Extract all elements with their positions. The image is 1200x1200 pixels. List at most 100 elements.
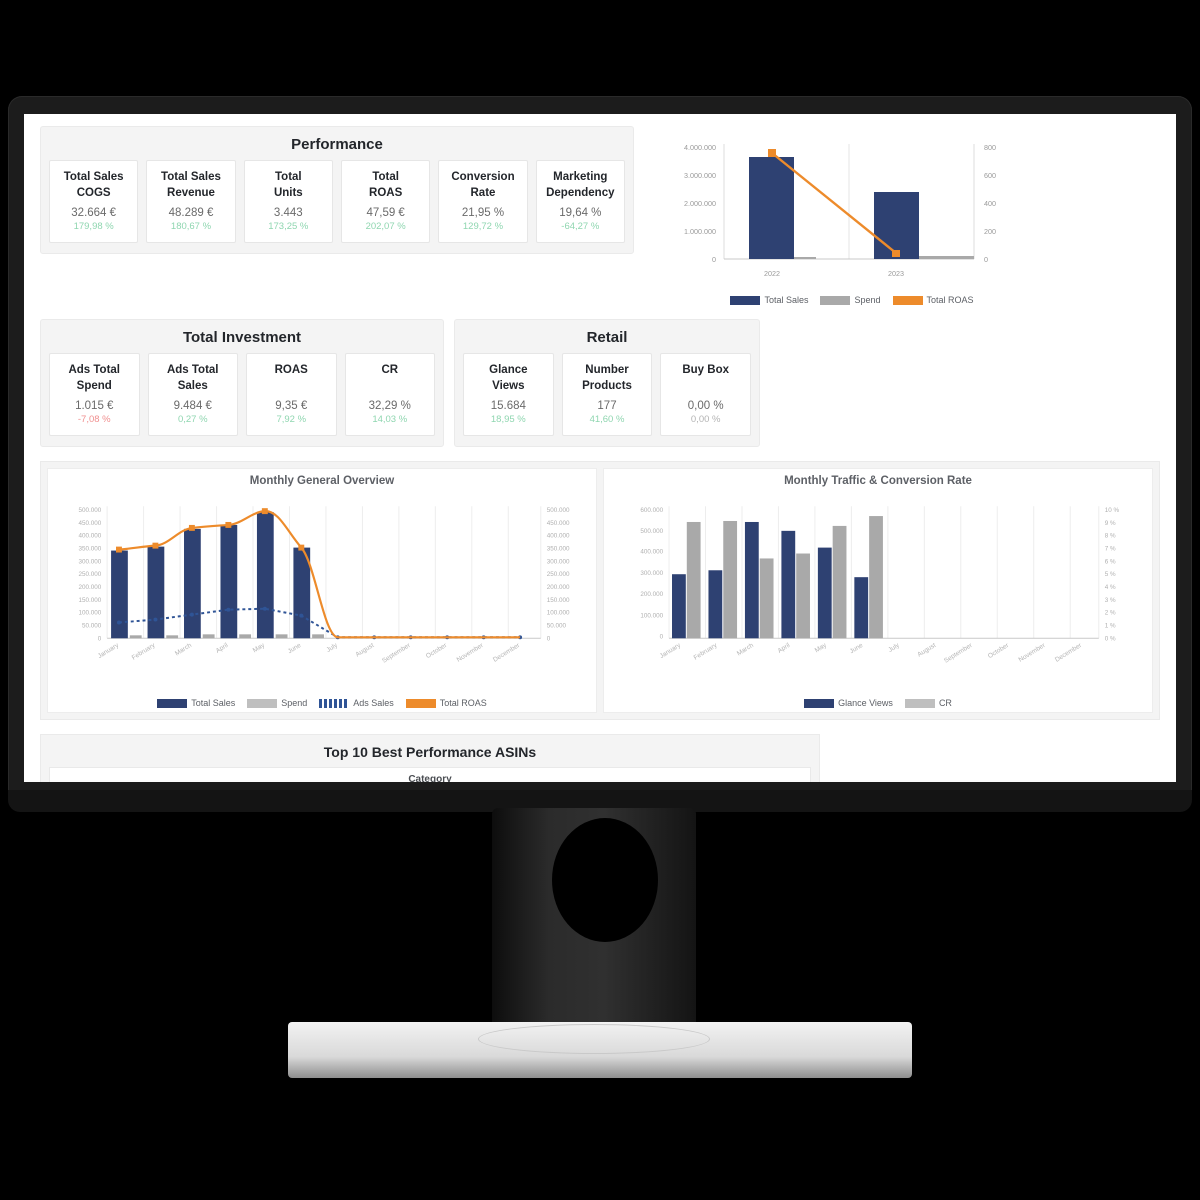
y2-tick: 9 %	[1105, 520, 1116, 527]
legend-item-cr[interactable]: CR	[904, 698, 952, 709]
total-investment-title: Total Investment	[182, 329, 302, 346]
y-tick: 300.000	[78, 558, 101, 565]
legend-label: Spend	[854, 295, 881, 305]
kpi-label-line2: Spend	[76, 379, 112, 392]
kpi-card-total-roas[interactable]: Total ROAS 47,59 € 202,07 %	[340, 160, 431, 244]
x-tick: May	[252, 642, 267, 655]
y2-tick: 10 %	[1105, 507, 1120, 514]
kpi-label-line2: Views	[492, 379, 525, 392]
kpi-card-total-units[interactable]: Total Units 3.443 173,25 %	[243, 160, 333, 244]
kpi-label: Total Units	[247, 170, 330, 201]
mid-row: Total Investment Ads Total Spend 1.015 €…	[40, 319, 1160, 448]
bar-total-sales-2023	[874, 192, 919, 259]
monitor-stand-base-pivot	[478, 1024, 710, 1054]
legend-item-glance-views[interactable]: Glance Views	[804, 698, 893, 708]
y2-tick: 8 %	[1105, 533, 1116, 540]
bar-total-sales-2022	[749, 157, 794, 259]
legend-item-total-roas[interactable]: Total ROAS	[892, 295, 974, 305]
monitor-stand-cable-hole	[552, 818, 658, 942]
x-tick: July	[325, 642, 339, 654]
kpi-value: 1.015 €	[75, 400, 114, 413]
kpi-label-line2: Dependency	[546, 186, 615, 199]
monthly-traffic-title: Monthly Traffic & Conversion Rate	[784, 475, 972, 488]
monthly-traffic-svg: 600.000 500.000 400.000 300.000 200.000 …	[640, 506, 1120, 665]
kpi-card-ads-total-spend[interactable]: Ads Total Spend 1.015 € -7,08 %	[49, 353, 140, 437]
monitor-frame: Performance Total Sales COGS 32.664 € 17…	[8, 96, 1192, 808]
y2-tick: 0	[984, 255, 988, 264]
kpi-card-glance-views[interactable]: Glance Views 15.684 18,95 %	[463, 353, 554, 437]
legend-label: CR	[938, 698, 952, 709]
monthly-overview-title: Monthly General Overview	[249, 475, 395, 488]
bars-total-sales	[111, 512, 311, 639]
top-asins-panel: Top 10 Best Performance ASINs Category	[40, 734, 820, 782]
kpi-label-line2: Products	[582, 379, 632, 392]
legend-item-spend[interactable]: Spend	[820, 295, 881, 305]
top-asins-table[interactable]: Category	[49, 767, 811, 782]
x-tick: April	[777, 642, 792, 655]
x-tick: July	[887, 642, 901, 654]
monthly-general-overview-chart[interactable]: Monthly General Overview 500.000 450.000…	[47, 468, 597, 714]
y-tick: 100.000	[78, 610, 101, 617]
kpi-card-investment-cr[interactable]: CR 32,29 % 14,03 %	[344, 353, 435, 437]
kpi-label-line2	[348, 379, 433, 394]
legend-label: Spend	[281, 698, 308, 709]
kpi-delta: 18,95 %	[490, 414, 526, 426]
y-tick: 1.000.000	[684, 227, 716, 236]
x-tick: 2023	[888, 269, 904, 278]
legend-swatch-ads-sales	[319, 698, 350, 708]
y-tick: 150.000	[78, 597, 101, 604]
dashboard-root: Performance Total Sales COGS 32.664 € 17…	[24, 114, 1176, 782]
kpi-label-line2: Sales	[177, 379, 208, 392]
y2-tick: 2 %	[1105, 610, 1116, 617]
kpi-label: ROAS	[249, 363, 334, 394]
kpi-delta: 7,92 %	[276, 413, 307, 425]
kpi-card-total-sales-revenue[interactable]: Total Sales Revenue 48.289 € 180,67 %	[146, 160, 236, 244]
kpi-value: 32,29 %	[368, 399, 411, 412]
kpi-card-marketing-dependency[interactable]: Marketing Dependency 19,64 % -64,27 %	[535, 160, 625, 244]
kpi-value: 21,95 %	[461, 207, 505, 220]
kpi-label-line2: Units	[273, 186, 303, 199]
monthly-traffic-conversion-chart[interactable]: Monthly Traffic & Conversion Rate 600.00…	[603, 468, 1153, 714]
yearly-overview-chart[interactable]: 4.000.000 3.000.000 2.000.000 1.000.000 …	[644, 126, 1150, 305]
kpi-delta: 202,07 %	[365, 221, 406, 233]
legend-item-total-sales[interactable]: Total Sales	[730, 295, 808, 305]
kpi-card-number-products[interactable]: Number Products 177 41,60 %	[561, 353, 653, 437]
x-tick: September	[943, 642, 974, 665]
y2-tick: 0	[547, 635, 551, 642]
x-axis-month-labels: January February March April May June Ju…	[97, 642, 522, 665]
monitor-screen: Performance Total Sales COGS 32.664 € 17…	[24, 114, 1176, 782]
kpi-label: Number Products	[565, 363, 650, 394]
x-tick: October	[987, 642, 1011, 661]
kpi-card-investment-roas[interactable]: ROAS 9,35 € 7,92 %	[246, 353, 337, 437]
kpi-value: 9,35 €	[275, 399, 308, 412]
kpi-card-ads-total-sales[interactable]: Ads Total Sales 9.484 € 0,27 %	[147, 353, 238, 437]
y-tick: 200.000	[640, 591, 663, 598]
y2-tick: 6 %	[1105, 558, 1116, 565]
legend-item-total-roas[interactable]: Total ROAS	[405, 698, 487, 708]
legend-swatch-spend	[820, 295, 851, 305]
x-tick: May	[814, 642, 829, 655]
kpi-card-buy-box[interactable]: Buy Box 0,00 % 0,00 %	[660, 353, 752, 437]
kpi-label: Ads Total Spend	[52, 363, 137, 394]
y2-tick: 100.000	[547, 610, 570, 617]
y-tick: 600.000	[640, 507, 663, 514]
y-tick: 4.000.000	[684, 143, 716, 152]
y-tick: 400.000	[78, 533, 101, 540]
legend-item-ads-sales[interactable]: Ads Sales	[319, 698, 394, 708]
yearly-chart-svg: 4.000.000 3.000.000 2.000.000 1.000.000 …	[684, 143, 996, 278]
x-tick: September	[381, 642, 412, 665]
kpi-label-line1: Glance	[489, 364, 528, 376]
kpi-value: 47,59 €	[366, 207, 405, 220]
kpi-card-total-sales-cogs[interactable]: Total Sales COGS 32.664 € 179,98 %	[49, 160, 139, 244]
legend-swatch-glance-views	[804, 698, 835, 708]
legend-swatch-total-sales	[730, 295, 761, 305]
kpi-delta: 14,03 %	[372, 413, 408, 425]
kpi-delta: 0,27 %	[177, 414, 208, 426]
kpi-card-conversion-rate[interactable]: Conversion Rate 21,95 % 129,72 %	[438, 160, 528, 244]
legend-item-total-sales[interactable]: Total Sales	[157, 698, 235, 708]
x-tick: December	[1054, 642, 1084, 664]
x-tick: June	[849, 642, 865, 656]
legend-item-spend[interactable]: Spend	[247, 698, 307, 708]
y2-tick: 3 %	[1105, 597, 1116, 604]
x-tick: January	[659, 642, 683, 661]
